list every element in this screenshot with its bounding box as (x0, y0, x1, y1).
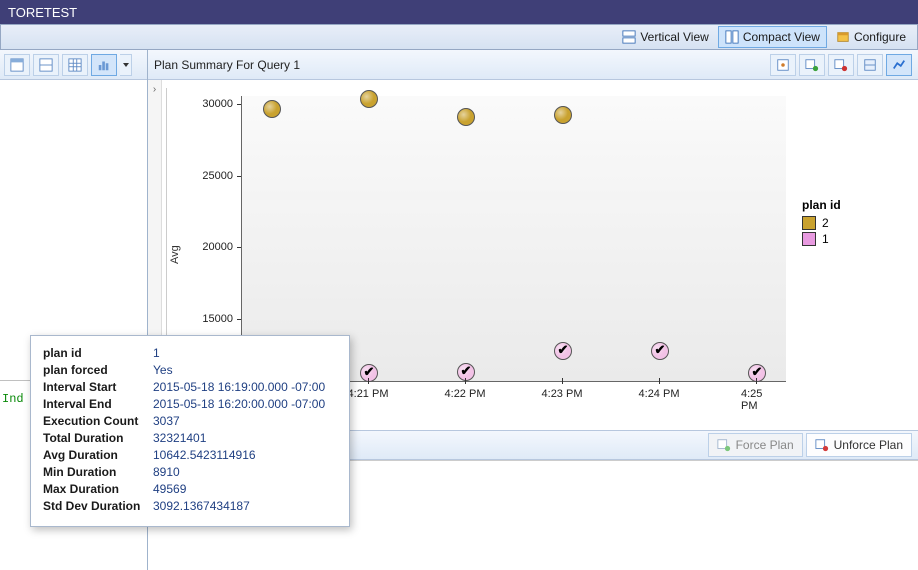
tooltip-value: 3037 (153, 414, 180, 428)
left-toolbar (0, 50, 147, 80)
legend-swatch (802, 232, 816, 246)
x-tick-label: 4:22 PM (445, 388, 486, 400)
window-titlebar: TORETEST (0, 0, 918, 24)
tooltip-label: Total Duration (43, 431, 153, 445)
force-plan-button[interactable]: Force Plan (708, 433, 803, 457)
check-icon: ✔ (558, 342, 569, 358)
chart-point[interactable] (457, 108, 475, 126)
plan-summary-title: Plan Summary For Query 1 (154, 58, 300, 72)
check-icon: ✔ (655, 342, 666, 358)
tool-btn-3[interactable] (828, 54, 854, 76)
datapoint-tooltip: plan id1plan forcedYesInterval Start2015… (30, 335, 350, 527)
tooltip-label: Max Duration (43, 482, 153, 496)
chart-point[interactable]: ✔ (457, 363, 475, 381)
chart-point[interactable]: ✔ (748, 364, 766, 382)
tooltip-label: Execution Count (43, 414, 153, 428)
tooltip-row: Std Dev Duration3092.1367434187 (43, 499, 337, 513)
tooltip-row: plan id1 (43, 346, 337, 360)
tooltip-row: Avg Duration10642.5423114916 (43, 448, 337, 462)
unforce-plan-icon (815, 438, 829, 452)
tooltip-label: Interval Start (43, 380, 153, 394)
y-tick-label: 20000 (202, 241, 233, 253)
force-plan-label: Force Plan (736, 438, 794, 452)
legend-label: 1 (822, 232, 829, 246)
legend-swatch (802, 216, 816, 230)
legend-item[interactable]: 1 (802, 232, 902, 246)
tooltip-row: Interval End2015-05-18 16:20:00.000 -07:… (43, 397, 337, 411)
chart-point[interactable]: ✔ (651, 342, 669, 360)
chart-point[interactable] (554, 106, 572, 124)
y-tick-label: 15000 (202, 313, 233, 325)
view-chart-dropdown[interactable] (120, 54, 132, 76)
tooltip-row: Total Duration32321401 (43, 431, 337, 445)
tooltip-value: 49569 (153, 482, 186, 496)
tooltip-label: Min Duration (43, 465, 153, 479)
unforce-plan-label: Unforce Plan (834, 438, 903, 452)
x-tick-label: 4:23 PM (542, 388, 583, 400)
check-icon: ✔ (752, 365, 763, 381)
configure-icon (836, 30, 850, 44)
tooltip-row: Max Duration49569 (43, 482, 337, 496)
tooltip-label: Avg Duration (43, 448, 153, 462)
tooltip-label: plan forced (43, 363, 153, 377)
tooltip-value: 10642.5423114916 (153, 448, 256, 462)
chart-point[interactable]: ✔ (360, 364, 378, 382)
legend-item[interactable]: 2 (802, 216, 902, 230)
compact-view-button[interactable]: Compact View (718, 26, 827, 48)
tool-btn-1[interactable] (770, 54, 796, 76)
tooltip-label: Std Dev Duration (43, 499, 153, 513)
view-mode-2-button[interactable] (33, 54, 59, 76)
top-toolbar: Vertical View Compact View Configure (0, 24, 918, 50)
plan-tools (770, 54, 912, 76)
tooltip-value: 1 (153, 346, 160, 360)
check-icon: ✔ (461, 363, 472, 379)
configure-label: Configure (854, 30, 906, 44)
chart-point[interactable] (263, 100, 281, 118)
chevron-right-icon: › (153, 84, 156, 95)
tooltip-value: 2015-05-18 16:19:00.000 -07:00 (153, 380, 325, 394)
tooltip-label: plan id (43, 346, 153, 360)
tooltip-row: Min Duration8910 (43, 465, 337, 479)
x-tick-label: 4:25 PM (741, 388, 771, 412)
chart-point[interactable]: ✔ (554, 342, 572, 360)
tooltip-label: Interval End (43, 397, 153, 411)
compact-view-label: Compact View (743, 30, 820, 44)
view-mode-3-button[interactable] (62, 54, 88, 76)
force-plan-icon (717, 438, 731, 452)
tooltip-value: 32321401 (153, 431, 206, 445)
y-tick-label: 25000 (202, 170, 233, 182)
compact-view-icon (725, 30, 739, 44)
vertical-view-label: Vertical View (640, 30, 708, 44)
tooltip-value: 2015-05-18 16:20:00.000 -07:00 (153, 397, 325, 411)
vertical-view-button[interactable]: Vertical View (615, 26, 715, 48)
tooltip-value: 3092.1367434187 (153, 499, 250, 513)
tooltip-value: Yes (153, 363, 173, 377)
left-ind-text: Ind (2, 392, 24, 406)
configure-button[interactable]: Configure (829, 26, 913, 48)
tool-btn-4[interactable] (857, 54, 883, 76)
tool-btn-2[interactable] (799, 54, 825, 76)
unforce-plan-button[interactable]: Unforce Plan (806, 433, 912, 457)
legend-title: plan id (802, 198, 902, 212)
tooltip-row: plan forcedYes (43, 363, 337, 377)
chart-legend: plan id 2 1 (802, 198, 902, 248)
view-mode-1-button[interactable] (4, 54, 30, 76)
tool-btn-5[interactable] (886, 54, 912, 76)
view-chart-button[interactable] (91, 54, 117, 76)
y-tick-label: 30000 (202, 98, 233, 110)
chart-point[interactable] (360, 90, 378, 108)
tooltip-row: Execution Count3037 (43, 414, 337, 428)
legend-label: 2 (822, 216, 829, 230)
check-icon: ✔ (364, 365, 375, 381)
x-tick-label: 4:24 PM (639, 388, 680, 400)
vertical-view-icon (622, 30, 636, 44)
x-tick-label: 4:21 PM (348, 388, 389, 400)
plan-header: Plan Summary For Query 1 (148, 50, 918, 80)
tooltip-row: Interval Start2015-05-18 16:19:00.000 -0… (43, 380, 337, 394)
window-title: TORETEST (8, 5, 77, 20)
tooltip-value: 8910 (153, 465, 180, 479)
